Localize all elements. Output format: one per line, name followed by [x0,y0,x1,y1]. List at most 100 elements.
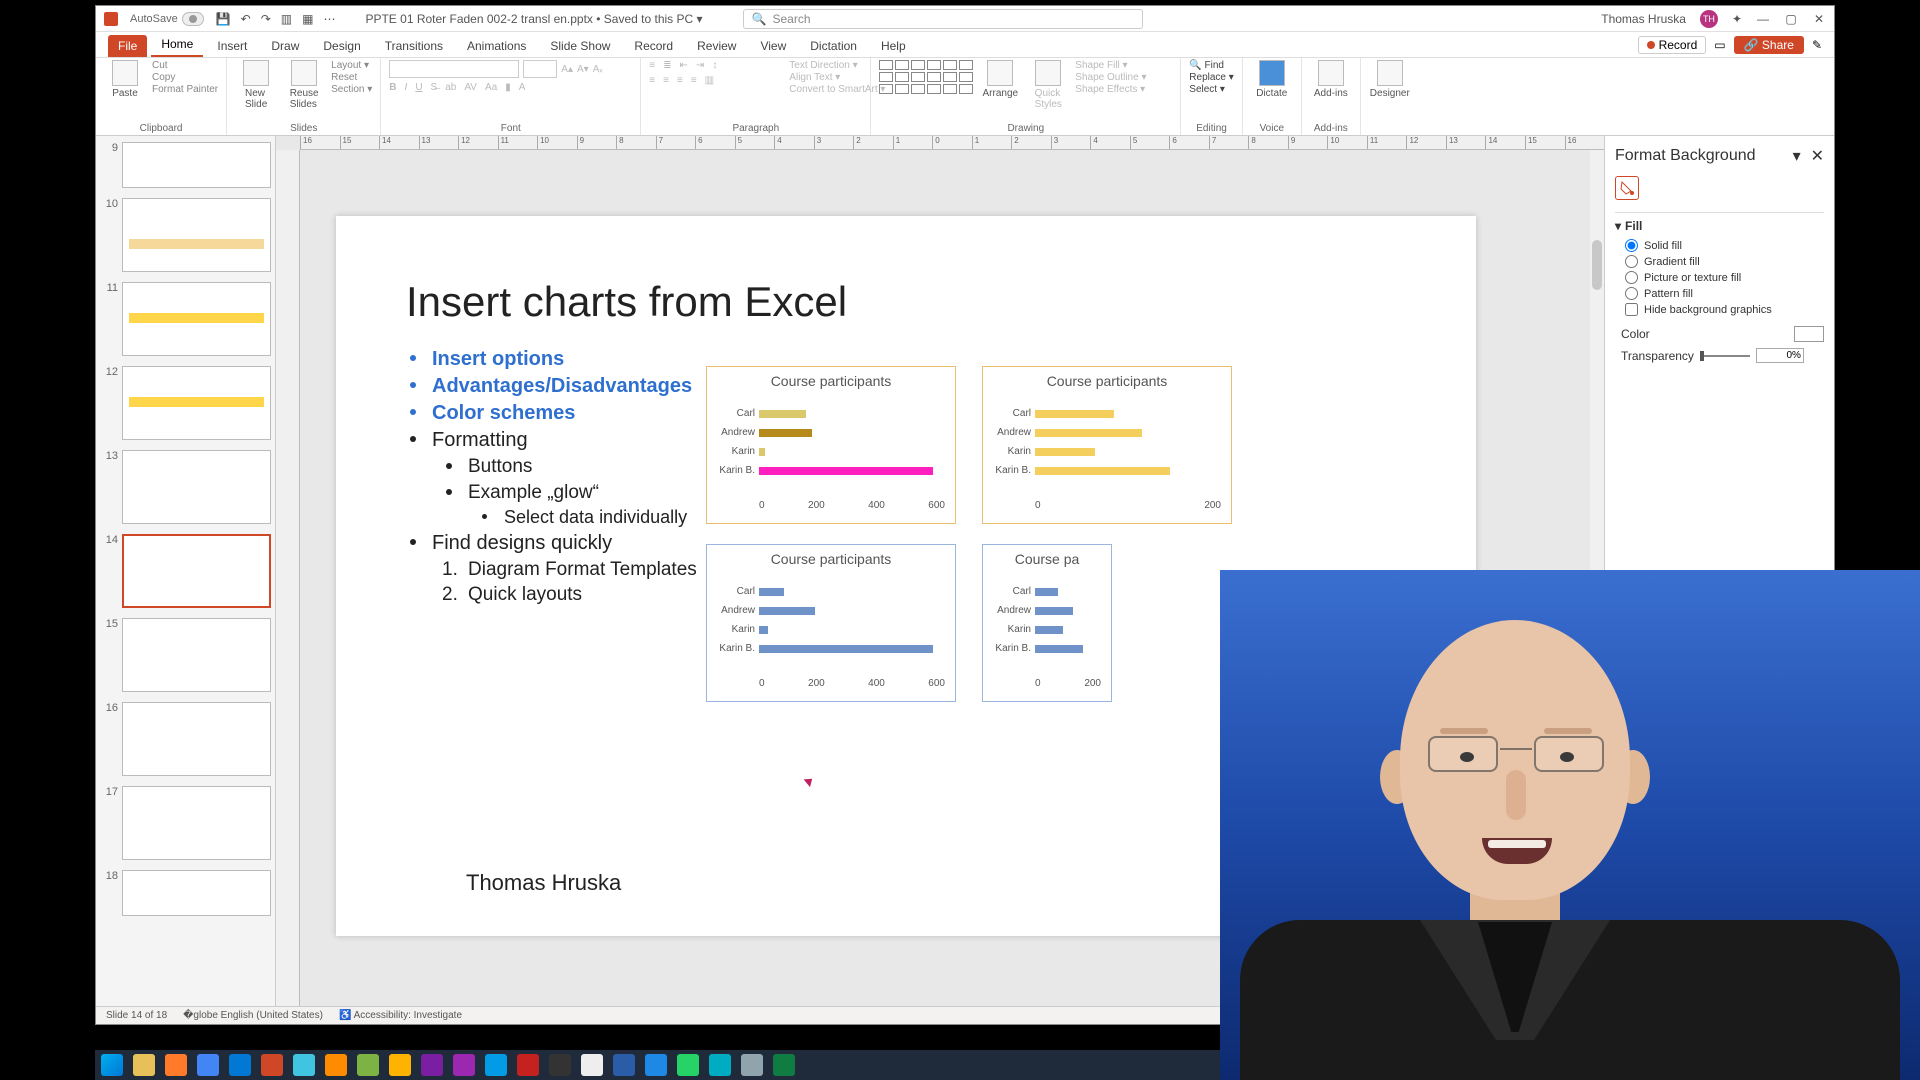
thumbnail-17[interactable] [122,786,271,860]
tab-record[interactable]: Record [624,35,683,57]
tab-transitions[interactable]: Transitions [375,35,453,57]
section-button[interactable]: Section ▾ [331,84,372,95]
slide-body[interactable]: Insert options Advantages/Disadvantages … [406,346,697,608]
taskbar-excel[interactable] [773,1054,795,1076]
thumbnail-14[interactable] [122,534,271,608]
gradient-fill-radio[interactable]: Gradient fill [1625,255,1824,268]
shape-effects-button[interactable]: Shape Effects ▾ [1075,84,1146,95]
tab-animations[interactable]: Animations [457,35,536,57]
align-left-button[interactable]: ≡ [649,75,655,86]
user-name[interactable]: Thomas Hruska [1601,12,1686,26]
taskbar-app[interactable] [197,1054,219,1076]
coming-soon-icon[interactable]: ✦ [1732,12,1742,26]
picture-fill-radio[interactable]: Picture or texture fill [1625,271,1824,284]
accessibility-status[interactable]: ♿ Accessibility: Investigate [339,1010,462,1021]
chart[interactable]: Course paCarlAndrewKarinKarin B.0200 [982,544,1112,702]
chart[interactable]: Course participantsCarlAndrewKarinKarin … [706,544,956,702]
bold-button[interactable]: B [389,82,396,93]
copy-button[interactable]: Copy [152,72,218,83]
taskbar-app[interactable] [645,1054,667,1076]
arrange-button[interactable]: Arrange [979,60,1021,99]
bullets-button[interactable]: ≡ [649,60,655,71]
taskbar-app[interactable] [229,1054,251,1076]
spacing-button[interactable]: AV [464,82,477,93]
align-center-button[interactable]: ≡ [663,75,669,86]
minimize-button[interactable]: — [1756,12,1770,26]
undo-icon[interactable]: ↶ [241,12,251,26]
color-picker[interactable] [1794,326,1824,342]
tab-help[interactable]: Help [871,35,916,57]
transparency-slider[interactable] [1700,355,1750,357]
slide-counter[interactable]: Slide 14 of 18 [106,1010,167,1021]
search-input[interactable]: 🔍 Search [743,9,1143,29]
taskbar-app[interactable] [581,1054,603,1076]
author-text[interactable]: Thomas Hruska [466,870,621,896]
select-button[interactable]: Select ▾ [1189,84,1234,95]
comments-icon[interactable]: ✎ [1812,38,1822,52]
dictate-button[interactable]: Dictate [1251,60,1293,99]
pane-close-icon[interactable]: ✕ [1811,146,1824,166]
close-button[interactable]: ✕ [1812,12,1826,26]
italic-button[interactable]: I [405,82,408,93]
thumbnail-16[interactable] [122,702,271,776]
shrink-font-icon[interactable]: A▾ [577,64,589,75]
font-size[interactable] [523,60,557,78]
taskbar-app[interactable] [165,1054,187,1076]
thumbnail-13[interactable] [122,450,271,524]
present-icon[interactable]: ▭ [1714,38,1725,52]
numbering-button[interactable]: ≣ [663,60,671,71]
taskbar-app[interactable] [709,1054,731,1076]
chart[interactable]: Course participantsCarlAndrewKarinKarin … [706,366,956,524]
fill-section[interactable]: ▾Fill [1615,219,1824,233]
replace-button[interactable]: Replace ▾ [1189,72,1234,83]
tab-home[interactable]: Home [151,33,203,57]
document-title[interactable]: PPTE 01 Roter Faden 002-2 transl en.pptx… [365,12,702,26]
thumbnail-12[interactable] [122,366,271,440]
save-icon[interactable]: 💾 [216,12,231,26]
shapes-gallery[interactable] [879,60,973,94]
reset-button[interactable]: Reset [331,72,372,83]
text-direction-button[interactable]: Text Direction ▾ [789,60,885,71]
line-spacing-button[interactable]: ↕ [712,60,717,71]
record-button[interactable]: Record [1638,36,1707,54]
tab-insert[interactable]: Insert [207,35,257,57]
taskbar-app[interactable] [133,1054,155,1076]
qat-btn[interactable]: ▥ [281,12,292,26]
paste-button[interactable]: Paste [104,60,146,99]
underline-button[interactable]: U [415,82,422,93]
qat-more[interactable]: ⋯ [323,12,335,26]
pattern-fill-radio[interactable]: Pattern fill [1625,287,1824,300]
tab-review[interactable]: Review [687,35,746,57]
solid-fill-radio[interactable]: Solid fill [1625,239,1824,252]
chart[interactable]: Course participantsCarlAndrewKarinKarin … [982,366,1232,524]
designer-button[interactable]: Designer [1369,60,1411,99]
justify-button[interactable]: ≡ [691,75,697,86]
taskbar-app[interactable] [741,1054,763,1076]
language-status[interactable]: �globe English (United States) [183,1010,323,1021]
grow-font-icon[interactable]: A▴ [561,64,573,75]
thumbnail-18[interactable] [122,870,271,916]
smartart-button[interactable]: Convert to SmartArt ▾ [789,84,885,95]
slide-title[interactable]: Insert charts from Excel [406,278,847,326]
taskbar-app[interactable] [613,1054,635,1076]
indent-dec-button[interactable]: ⇤ [680,60,688,71]
shape-outline-button[interactable]: Shape Outline ▾ [1075,72,1146,83]
cut-button[interactable]: Cut [152,60,218,71]
share-button[interactable]: 🔗 Share [1734,36,1804,54]
columns-button[interactable]: ▥ [705,75,714,86]
thumbnail-15[interactable] [122,618,271,692]
maximize-button[interactable]: ▢ [1784,12,1798,26]
font-color-button[interactable]: A [519,82,526,93]
pane-options-icon[interactable]: ▾ [1793,146,1801,166]
align-text-button[interactable]: Align Text ▾ [789,72,885,83]
taskbar-app[interactable] [453,1054,475,1076]
taskbar-app[interactable] [517,1054,539,1076]
taskbar-powerpoint[interactable] [261,1054,283,1076]
hide-bg-checkbox[interactable]: Hide background graphics [1625,303,1824,316]
addins-button[interactable]: Add-ins [1310,60,1352,99]
autosave-toggle[interactable] [182,12,204,26]
transparency-input[interactable] [1756,348,1804,363]
taskbar-app[interactable] [389,1054,411,1076]
taskbar-app[interactable] [485,1054,507,1076]
start-button[interactable] [101,1054,123,1076]
